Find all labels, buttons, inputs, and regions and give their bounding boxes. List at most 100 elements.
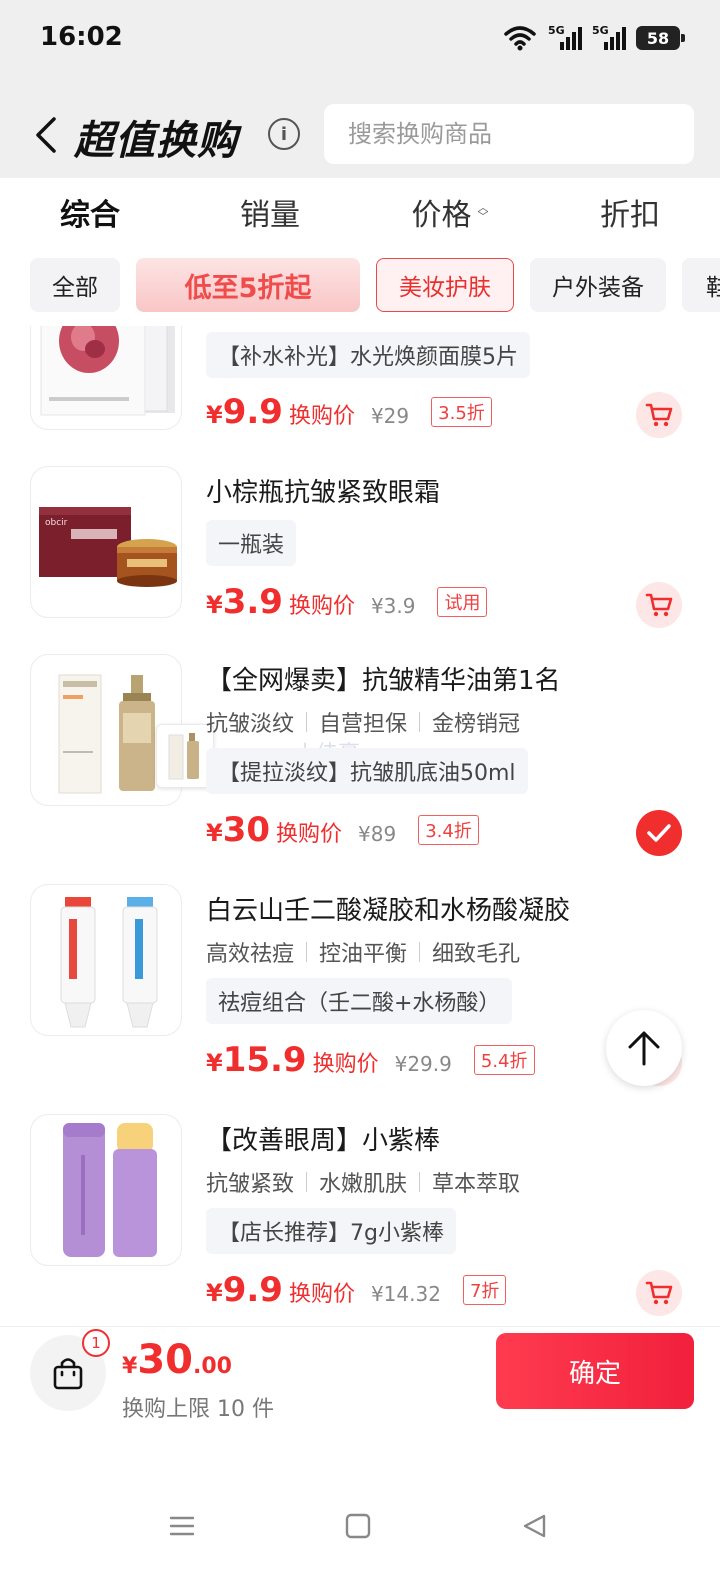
product-spec: 【店长推荐】7g小紫棒 [206, 1208, 456, 1254]
cart-icon [645, 403, 673, 427]
chip-shoes[interactable]: 鞋 [682, 258, 720, 312]
search-input[interactable] [348, 120, 668, 148]
battery-icon: 58 [636, 26, 685, 50]
product-image [30, 1114, 182, 1266]
exchange-price: 15.9 [222, 1040, 307, 1080]
product-spec: 祛痘组合（壬二酸+水杨酸） [206, 978, 513, 1024]
battery-level: 58 [646, 28, 670, 48]
discount-badge: 3.4折 [418, 815, 479, 845]
home-square-icon [345, 1513, 371, 1539]
product-spec: 一瓶装 [206, 520, 297, 566]
price-row: ¥ 9.9 换购价 ¥14.32 7折 [206, 1270, 507, 1310]
price-row: ¥ 3.9 换购价 ¥3.9 试用 [206, 582, 488, 622]
discount-badge: 7折 [462, 1275, 507, 1305]
original-price: ¥3.9 [370, 594, 416, 618]
divider [306, 712, 308, 732]
product-tags: 高效祛痘 控油平衡 细致毛孔 [206, 936, 520, 968]
home-button[interactable] [338, 1506, 378, 1546]
price-label: 换购价 [288, 594, 355, 619]
system-nav-bar [0, 1480, 720, 1570]
discount-badge: 5.4折 [473, 1045, 535, 1075]
info-icon[interactable]: i [268, 118, 300, 150]
product-spec: 【提拉淡纹】抗皱肌底油50ml [206, 748, 528, 794]
divider [419, 942, 421, 962]
price-label: 换购价 [276, 822, 343, 847]
product-name: 小棕瓶抗皱紧致眼霜 [206, 478, 441, 508]
tab-label: 价格 [411, 198, 472, 233]
tag: 金榜销冠 [432, 712, 521, 737]
product-image [30, 326, 182, 430]
tag: 细致毛孔 [432, 942, 521, 967]
yen-symbol: ¥ [206, 591, 223, 619]
product-tags: 抗皱紧致 水嫩肌肤 草本萃取 [206, 1166, 520, 1198]
check-icon [647, 824, 671, 842]
tag: 抗皱淡纹 [206, 712, 295, 737]
tab-label: 综合 [60, 198, 120, 233]
wifi-icon [504, 26, 536, 51]
menu-button[interactable] [162, 1506, 202, 1546]
yen-symbol: ¥ [206, 1049, 223, 1077]
status-icons: 5G 5G 58 [502, 24, 685, 52]
discount-badge: 3.5折 [431, 397, 492, 427]
chip-promo[interactable]: 低至5折起 [136, 258, 360, 312]
price-label: 换购价 [288, 1282, 355, 1307]
divider [306, 942, 308, 962]
price-row: ¥ 9.9 换购价 ¥29 3.5折 [206, 392, 492, 432]
add-to-cart-button[interactable] [636, 582, 682, 628]
confirm-button[interactable]: 确定 [496, 1333, 694, 1409]
tab-label: 销量 [240, 198, 300, 233]
tab-discount[interactable]: 折扣 [540, 178, 720, 246]
back-nav-button[interactable] [514, 1506, 554, 1546]
sort-tabs: 综合 销量 价格 ︿ ﹀ 折扣 [0, 178, 720, 246]
page-title: 超值换购 [74, 118, 238, 164]
chip-outdoor[interactable]: 户外装备 [530, 258, 666, 312]
price-label: 换购价 [288, 404, 355, 429]
price-row: ¥ 30 换购价 ¥89 3.4折 [206, 810, 479, 850]
divider [419, 1172, 421, 1192]
price-label: 换购价 [312, 1052, 379, 1077]
status-time: 16:02 [40, 22, 123, 52]
signal-2-icon: 5G [592, 24, 626, 52]
discount-badge: 试用 [437, 587, 488, 617]
product-spec: 【补水补光】水光焕颜面膜5片 [206, 332, 530, 378]
product-name: 【全网爆卖】抗皱精华油第1名 [206, 666, 561, 696]
bottom-bar: 1 ¥ 30 .00 换购上限 10 件 确定 [0, 1326, 720, 1436]
selected-check-button[interactable] [636, 810, 682, 856]
tag: 抗皱紧致 [206, 1172, 295, 1197]
chevron-left-icon [36, 117, 56, 153]
price-row: ¥ 15.9 换购价 ¥29.9 5.4折 [206, 1040, 535, 1080]
chip-all[interactable]: 全部 [30, 258, 120, 312]
search-box[interactable] [324, 104, 694, 164]
signal-1-icon: 5G [548, 24, 582, 52]
arrow-up-icon [628, 1031, 660, 1066]
product-image [30, 884, 182, 1036]
tab-comprehensive[interactable]: 综合 [0, 178, 180, 246]
cart-icon [645, 593, 673, 617]
bag-count-badge: 1 [82, 1329, 110, 1357]
exchange-price: 9.9 [222, 1270, 283, 1310]
exchange-price: 30 [222, 810, 271, 850]
product-name: 白云山壬二酸凝胶和水杨酸凝胶 [206, 896, 571, 926]
product-list: 【补水补光】水光焕颜面膜5片 ¥ 9.9 换购价 ¥29 3.5折 obcir [0, 326, 720, 1326]
filter-chips: 全部 低至5折起 美妆护肤 户外装备 鞋 [0, 256, 720, 314]
tab-price[interactable]: 价格 ︿ ﹀ [360, 178, 540, 246]
add-to-cart-button[interactable] [636, 392, 682, 438]
product-tags: 抗皱淡纹 自营担保 金榜销冠 [206, 706, 520, 738]
sort-arrows-icon: ︿ ﹀ [477, 201, 489, 223]
tag: 自营担保 [319, 712, 408, 737]
exchange-price: 9.9 [222, 392, 283, 432]
scroll-to-top-button[interactable] [606, 1010, 682, 1086]
tag: 草本萃取 [432, 1172, 521, 1197]
menu-icon [169, 1516, 195, 1536]
divider [306, 1172, 308, 1192]
cart-icon [645, 1281, 673, 1305]
total-yen: ¥ [122, 1354, 138, 1379]
yen-symbol: ¥ [206, 819, 223, 847]
tag: 高效祛痘 [206, 942, 295, 967]
tab-sales[interactable]: 销量 [180, 178, 360, 246]
exchange-price: 3.9 [222, 582, 283, 622]
total-decimal: .00 [192, 1354, 232, 1379]
add-to-cart-button[interactable] [636, 1270, 682, 1316]
back-button[interactable] [28, 110, 64, 160]
chip-beauty[interactable]: 美妆护肤 [376, 258, 514, 312]
